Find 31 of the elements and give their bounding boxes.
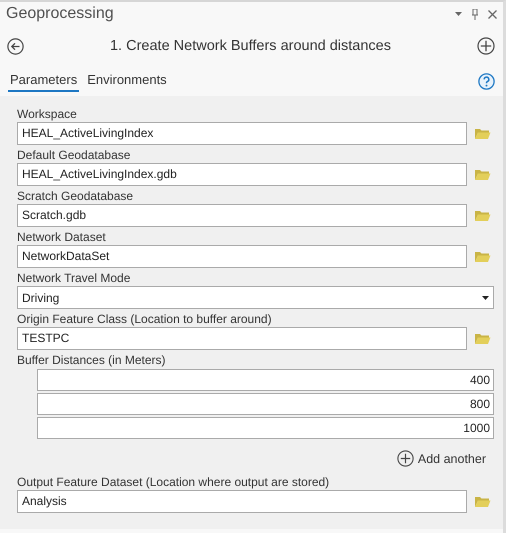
input-field[interactable]: Scratch.gdb bbox=[17, 204, 467, 227]
pin-icon[interactable] bbox=[471, 8, 479, 20]
input-field[interactable]: 400 bbox=[37, 369, 494, 391]
add-icon bbox=[396, 450, 414, 467]
tool-title: 1. Create Network Buffers around distances bbox=[108, 38, 392, 54]
parameter-label: Default Geodatabase bbox=[17, 148, 132, 163]
parameter-label: Origin Feature Class (Location to buffer around) bbox=[17, 312, 273, 327]
parameter-label: Output Feature Dataset (Location where output are stored) bbox=[17, 475, 330, 490]
parameter-label: Buffer Distances (in Meters) bbox=[17, 353, 166, 368]
add-another-button[interactable]: Add another bbox=[396, 450, 486, 467]
add-icon[interactable] bbox=[477, 37, 495, 55]
input-field[interactable]: TESTPC bbox=[17, 327, 467, 350]
parameter-label: Scratch Geodatabase bbox=[17, 189, 134, 204]
back-icon[interactable] bbox=[7, 38, 24, 54]
dropdown-icon[interactable] bbox=[455, 12, 462, 16]
input-field[interactable]: HEAL_ActiveLivingIndex bbox=[17, 122, 467, 145]
input-field[interactable]: NetworkDataSet bbox=[17, 245, 467, 268]
close-icon[interactable] bbox=[488, 10, 497, 18]
input-field[interactable]: Analysis bbox=[17, 490, 467, 513]
panel-title: Geoprocessing bbox=[6, 5, 115, 23]
tab[interactable]: Environments bbox=[85, 70, 169, 92]
parameter-label: Workspace bbox=[17, 107, 78, 122]
tab[interactable]: Parameters bbox=[8, 70, 80, 92]
parameter-label: Network Travel Mode bbox=[17, 271, 132, 286]
input-field[interactable]: 800 bbox=[37, 393, 494, 415]
parameter-label: Network Dataset bbox=[17, 230, 107, 245]
dropdown-field[interactable]: Driving bbox=[17, 286, 494, 309]
input-field[interactable]: 1000 bbox=[37, 417, 494, 439]
caret-icon bbox=[482, 296, 489, 300]
input-field[interactable]: HEAL_ActiveLivingIndex.gdb bbox=[17, 163, 467, 186]
help-icon[interactable] bbox=[478, 72, 495, 90]
